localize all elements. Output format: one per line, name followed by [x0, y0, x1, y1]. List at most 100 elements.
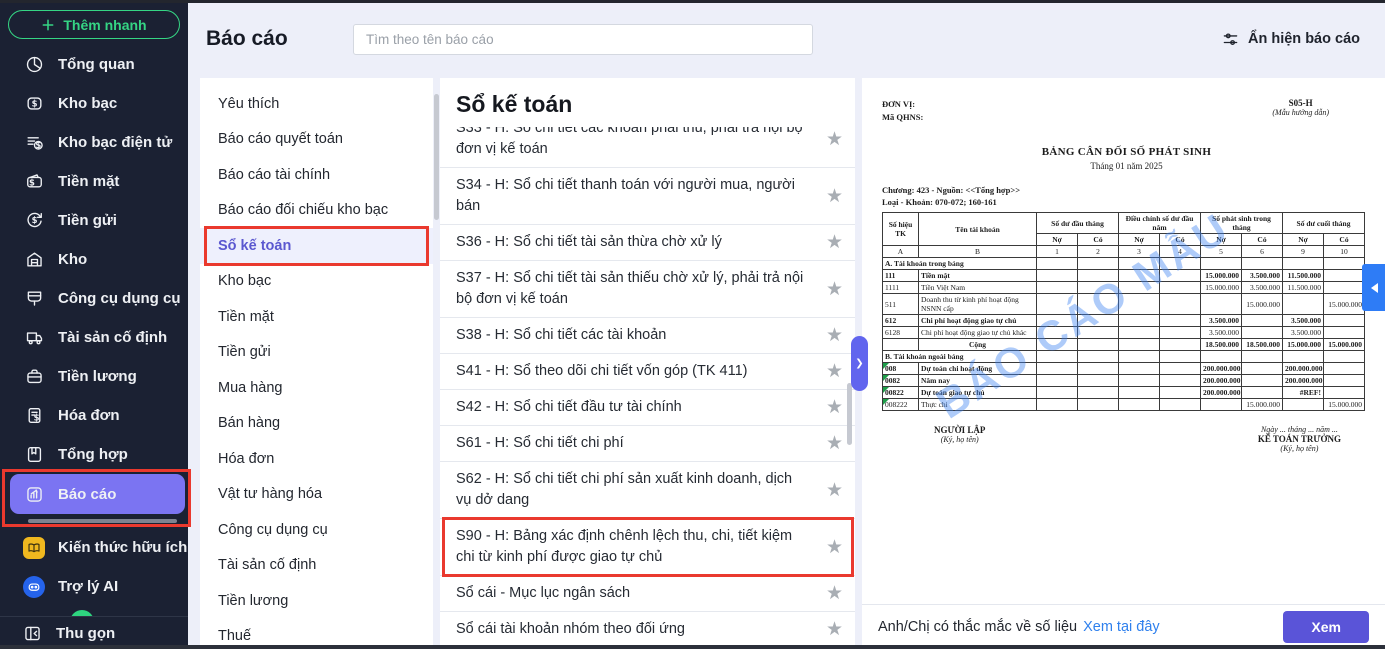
- category-mua-hang[interactable]: Mua hàng: [200, 370, 433, 406]
- star-icon[interactable]: ★: [826, 584, 843, 603]
- category-yeu-thich[interactable]: Yêu thích: [200, 86, 433, 122]
- report-list-item[interactable]: Sổ cái - Mục lục ngân sách ★: [440, 576, 855, 612]
- report-list-item[interactable]: S36 - H: Sổ chi tiết tài sản thừa chờ xử…: [440, 225, 855, 261]
- sidebar-item-label: Công cụ dụng cụ: [58, 290, 180, 307]
- truck-icon: [23, 327, 45, 349]
- svg-text:$: $: [31, 215, 37, 225]
- sidebar-item-hoa-don[interactable]: $ Hóa đơn: [0, 396, 188, 435]
- category-label: Tiền mặt: [218, 309, 274, 325]
- credit-header: Có: [1242, 234, 1283, 246]
- sidebar-item-label: Hóa đơn: [58, 407, 120, 424]
- report-list-item[interactable]: S90 - H: Bảng xác định chênh lệch thu, c…: [440, 519, 855, 576]
- credit-header: Có: [1160, 234, 1201, 246]
- category-bao-cao-doi-chieu-kho-bac[interactable]: Báo cáo đối chiếu kho bạc: [200, 193, 433, 229]
- report-list-item[interactable]: S38 - H: Sổ chi tiết các tài khoản ★: [440, 318, 855, 354]
- sidebar-item-bao-cao[interactable]: Báo cáo: [10, 474, 185, 514]
- report-item-label: S34 - H: Sổ chi tiết thanh toán với ngườ…: [456, 175, 808, 217]
- sidebar-item-cong-cu-dung-cu[interactable]: Công cụ dụng cụ: [0, 279, 188, 318]
- category-bao-cao-tai-chinh[interactable]: Báo cáo tài chính: [200, 157, 433, 193]
- form-block: S05-H (Mẫu hướng dẫn): [1272, 98, 1329, 124]
- svg-text:$: $: [29, 178, 35, 188]
- category-scrollbar[interactable]: [434, 94, 439, 220]
- star-icon[interactable]: ★: [826, 326, 843, 345]
- star-icon[interactable]: ★: [826, 362, 843, 381]
- side-panel-toggle-button[interactable]: [1362, 264, 1385, 311]
- debit-header: Nợ: [1201, 234, 1242, 246]
- report-list-item[interactable]: S41 - H: Sổ theo dõi chi tiết vốn góp (T…: [440, 354, 855, 390]
- category-tai-san-co-dinh[interactable]: Tài sản cố định: [200, 548, 433, 584]
- star-icon[interactable]: ★: [826, 434, 843, 453]
- debit-header: Nợ: [1037, 234, 1078, 246]
- search-input[interactable]: [353, 24, 813, 55]
- star-icon[interactable]: ★: [826, 538, 843, 557]
- credit-header: Có: [1324, 234, 1365, 246]
- star-icon[interactable]: ★: [826, 481, 843, 500]
- see-here-link[interactable]: Xem tại đây: [1083, 619, 1160, 635]
- preparer-signature: NGƯỜI LẬP (Ký, họ tên): [934, 425, 985, 453]
- category-kho-bac[interactable]: Kho bạc: [200, 264, 433, 300]
- category-cong-cu-dung-cu[interactable]: Công cụ dụng cụ: [200, 512, 433, 548]
- plus-icon: [41, 18, 55, 32]
- sidebar-item-kho[interactable]: Kho: [0, 240, 188, 279]
- category-tien-luong[interactable]: Tiền lương: [200, 583, 433, 619]
- page-title: Báo cáo: [206, 27, 309, 51]
- sidebar-item-tai-san-co-dinh[interactable]: Tài sản cố định: [0, 318, 188, 357]
- star-icon[interactable]: ★: [826, 620, 843, 639]
- report-list-item[interactable]: S61 - H: Sổ chi tiết chi phí ★: [440, 426, 855, 462]
- col-period-activity: Số phát sinh trong tháng: [1201, 213, 1283, 234]
- app-window: Thêm nhanh Tổng quan $ Kho bạc $ Kho bạc…: [0, 0, 1385, 649]
- report-item-label: Sổ cái - Mục lục ngân sách: [456, 583, 808, 604]
- toggle-reports-button[interactable]: Ẩn hiện báo cáo: [1222, 31, 1360, 48]
- debit-header: Nợ: [1283, 234, 1324, 246]
- category-bao-cao-quyet-toan[interactable]: Báo cáo quyết toán: [200, 122, 433, 158]
- category-so-ke-toan[interactable]: Sổ kế toán: [200, 228, 433, 264]
- report-list-scrollbar[interactable]: [847, 383, 852, 445]
- report-list: S33 - H: Sổ chi tiết các khoản phải thu,…: [440, 127, 855, 649]
- category-tien-gui[interactable]: Tiền gửi: [200, 335, 433, 371]
- unit-label: ĐƠN VỊ:: [882, 98, 923, 111]
- category-tien-mat[interactable]: Tiền mặt: [200, 299, 433, 335]
- col-account-name: Tên tài khoản: [919, 213, 1037, 246]
- svg-text:$: $: [31, 99, 37, 109]
- sidebar-item-label: Báo cáo: [58, 486, 116, 503]
- sidebar-item-kho-bac[interactable]: $ Kho bạc: [0, 84, 188, 123]
- sidebar-item-label: Tổng quan: [58, 56, 135, 73]
- report-list-item[interactable]: S37 - H: Sổ chi tiết tài sản thiếu chờ x…: [440, 261, 855, 318]
- svg-text:$: $: [33, 413, 39, 423]
- report-list-title: Sổ kế toán: [440, 78, 855, 127]
- table-row: 111Tiền mặt15.000.0003.500.00011.500.000: [883, 270, 1365, 282]
- sidebar-item-tong-quan[interactable]: Tổng quan: [0, 45, 188, 84]
- star-icon[interactable]: ★: [826, 130, 843, 149]
- sidebar-item-tro-ly-ai[interactable]: Trợ lý AI: [0, 567, 188, 606]
- report-list-item[interactable]: Sổ cái tài khoản nhóm theo đối ứng ★: [440, 612, 855, 648]
- category-label: Tiền lương: [218, 593, 288, 609]
- quick-add-button[interactable]: Thêm nhanh: [8, 10, 180, 39]
- sidebar-item-kho-bac-dien-tu[interactable]: $ Kho bạc điện tử: [0, 123, 188, 162]
- expand-preview-button[interactable]: ❯: [851, 336, 868, 391]
- sidebar-item-tien-luong[interactable]: Tiền lương: [0, 357, 188, 396]
- chief-accountant-sub: (Ký, họ tên): [1258, 444, 1341, 453]
- report-list-item[interactable]: S62 - H: Sổ chi tiết chi phí sản xuất ki…: [440, 462, 855, 519]
- sidebar-item-kien-thuc-huu-ich[interactable]: Kiến thức hữu ích: [0, 528, 188, 567]
- warehouse-icon: [23, 249, 45, 271]
- report-list-item[interactable]: S33 - H: Sổ chi tiết các khoản phải thu,…: [440, 127, 855, 168]
- collapse-icon: [23, 624, 42, 643]
- category-ban-hang[interactable]: Bán hàng: [200, 406, 433, 442]
- sidebar-item-tien-gui[interactable]: $ Tiền gửi: [0, 201, 188, 240]
- sidebar-item-tong-hop[interactable]: Tổng hợp: [0, 435, 188, 474]
- table-group-row: B. Tài khoản ngoài bảng: [883, 351, 1365, 363]
- star-icon[interactable]: ★: [826, 187, 843, 206]
- report-list-item[interactable]: S42 - H: Sổ chi tiết đầu tư tài chính ★: [440, 390, 855, 426]
- star-icon[interactable]: ★: [826, 233, 843, 252]
- star-icon[interactable]: ★: [826, 398, 843, 417]
- view-button[interactable]: Xem: [1283, 611, 1369, 643]
- col-closing-balance: Số dư cuối tháng: [1283, 213, 1365, 234]
- sliders-icon: [1222, 31, 1239, 48]
- sidebar-item-tien-mat[interactable]: $ Tiền mặt: [0, 162, 188, 201]
- category-hoa-don[interactable]: Hóa đơn: [200, 441, 433, 477]
- star-icon[interactable]: ★: [826, 280, 843, 299]
- table-group-row: A. Tài khoản trong bảng: [883, 258, 1365, 270]
- report-title: BẢNG CÂN ĐỐI SỐ PHÁT SINH: [882, 146, 1371, 158]
- category-vat-tu-hang-hoa[interactable]: Vật tư hàng hóa: [200, 477, 433, 513]
- report-list-item[interactable]: S34 - H: Sổ chi tiết thanh toán với ngườ…: [440, 168, 855, 225]
